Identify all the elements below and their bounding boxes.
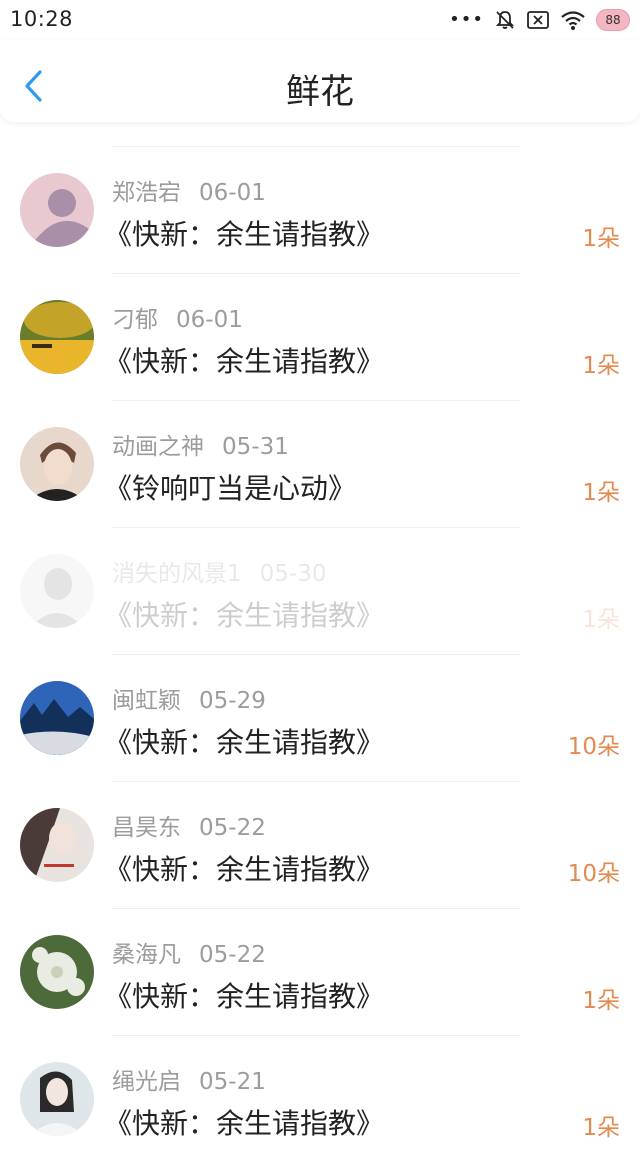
flower-count: 1朵 bbox=[582, 480, 620, 506]
user-name: 消失的风景1 bbox=[112, 561, 242, 587]
book-title[interactable]: 《铃响叮当是心动》 bbox=[104, 467, 356, 507]
flower-count: 1朵 bbox=[582, 1115, 620, 1141]
gift-date: 06-01 bbox=[199, 180, 266, 206]
app-header: 鲜花 bbox=[0, 40, 640, 122]
avatar[interactable] bbox=[20, 681, 94, 755]
flower-list: 郑浩宕 06-01 《快新：余生请指教》 1朵 刁郁 06-01 《快新：余生请指教… bbox=[0, 146, 640, 1162]
book-title[interactable]: 《快新：余生请指教》 bbox=[104, 340, 384, 380]
sim-x-icon bbox=[527, 11, 549, 29]
list-item-meta: 昌昊东 05-22 bbox=[112, 808, 266, 842]
more-dots-icon: ••• bbox=[449, 9, 484, 30]
gift-date: 05-30 bbox=[259, 561, 327, 587]
book-title[interactable]: 《快新：余生请指教》 bbox=[104, 848, 384, 888]
gift-date: 05-22 bbox=[199, 815, 266, 841]
status-bar: 10:28 ••• 88 bbox=[0, 0, 640, 40]
list-item[interactable]: 动画之神 05-31 《铃响叮当是心动》 1朵 bbox=[0, 401, 640, 527]
list-item-meta: 刁郁 06-01 bbox=[112, 300, 243, 334]
list-item[interactable]: 刁郁 06-01 《快新：余生请指教》 1朵 bbox=[0, 274, 640, 400]
flower-count: 1朵 bbox=[582, 353, 620, 379]
bell-muted-icon bbox=[495, 11, 515, 29]
book-title[interactable]: 《快新：余生请指教》 bbox=[104, 213, 384, 253]
user-name: 郑浩宕 bbox=[112, 180, 181, 206]
avatar[interactable] bbox=[20, 173, 94, 247]
battery-indicator: 88 bbox=[596, 9, 630, 31]
flower-count: 1朵 bbox=[582, 226, 620, 252]
list-item-meta: 闽虹颖 05-29 bbox=[112, 681, 266, 715]
book-title[interactable]: 《快新：余生请指教》 bbox=[104, 975, 384, 1015]
flower-count: 1朵 bbox=[582, 988, 620, 1014]
avatar[interactable] bbox=[20, 300, 94, 374]
list-item[interactable]: 闽虹颖 05-29 《快新：余生请指教》 10朵 bbox=[0, 655, 640, 781]
list-item[interactable]: 绳光启 05-21 《快新：余生请指教》 1朵 bbox=[0, 1036, 640, 1162]
list-item[interactable]: 郑浩宕 06-01 《快新：余生请指教》 1朵 bbox=[0, 147, 640, 273]
avatar[interactable] bbox=[20, 427, 94, 501]
flower-count: 1朵 bbox=[582, 607, 620, 633]
book-title[interactable]: 《快新：余生请指教》 bbox=[104, 1102, 384, 1142]
gift-date: 05-22 bbox=[199, 942, 266, 968]
list-item[interactable]: 消失的风景1 05-30 《快新：余生请指教》 1朵 bbox=[0, 528, 640, 654]
avatar[interactable] bbox=[20, 808, 94, 882]
avatar[interactable] bbox=[20, 935, 94, 1009]
flower-count: 10朵 bbox=[567, 734, 620, 760]
list-item[interactable]: 昌昊东 05-22 《快新：余生请指教》 10朵 bbox=[0, 782, 640, 908]
list-item[interactable]: 桑海凡 05-22 《快新：余生请指教》 1朵 bbox=[0, 909, 640, 1035]
status-icons: ••• 88 bbox=[449, 6, 630, 34]
book-title[interactable]: 《快新：余生请指教》 bbox=[104, 721, 384, 761]
user-name: 刁郁 bbox=[112, 307, 158, 333]
page-title: 鲜花 bbox=[286, 72, 354, 112]
gift-date: 06-01 bbox=[176, 307, 243, 333]
book-title[interactable]: 《快新：余生请指教》 bbox=[104, 594, 384, 634]
user-name: 绳光启 bbox=[112, 1069, 181, 1095]
wifi-icon bbox=[561, 11, 585, 30]
gift-date: 05-31 bbox=[222, 434, 289, 460]
list-item-meta: 动画之神 05-31 bbox=[112, 427, 289, 461]
user-name: 闽虹颖 bbox=[112, 688, 181, 714]
gift-date: 05-21 bbox=[199, 1069, 266, 1095]
avatar[interactable] bbox=[20, 1062, 94, 1136]
user-name: 桑海凡 bbox=[112, 942, 181, 968]
avatar[interactable] bbox=[20, 554, 94, 628]
list-item-meta: 桑海凡 05-22 bbox=[112, 935, 266, 969]
list-item-meta: 郑浩宕 06-01 bbox=[112, 173, 266, 207]
status-time: 10:28 bbox=[10, 7, 74, 31]
list-item-meta: 绳光启 05-21 bbox=[112, 1062, 266, 1096]
list-item-meta: 消失的风景1 05-30 bbox=[112, 554, 326, 588]
flower-count: 10朵 bbox=[567, 861, 620, 887]
user-name: 昌昊东 bbox=[112, 815, 181, 841]
gift-date: 05-29 bbox=[199, 688, 266, 714]
user-name: 动画之神 bbox=[112, 434, 204, 460]
